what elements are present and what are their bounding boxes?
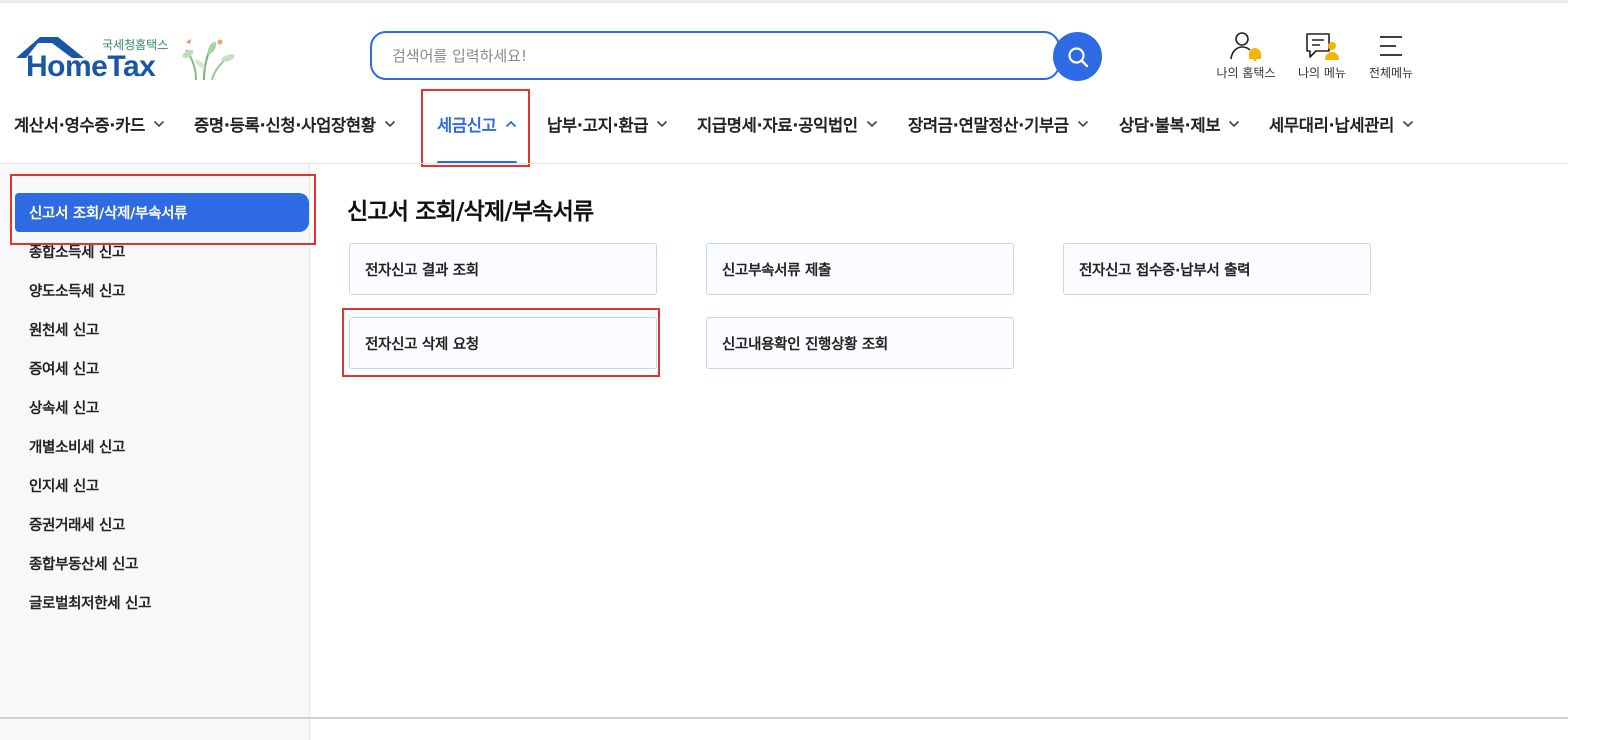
gnb-label: 납부·고지·환급 xyxy=(547,116,649,135)
main-navigation: 계산서·영수증·카드 증명·등록·신청·사업장현황 세금신고 납부·고지·환급 … xyxy=(0,103,1612,164)
page-title: 신고서 조회/삭제/부속서류 xyxy=(347,199,594,225)
gnb-item-consultation[interactable]: 상담·불복·제보 xyxy=(1119,109,1240,139)
search-input[interactable] xyxy=(392,45,992,67)
sidebar-item[interactable]: 원천세 신고 xyxy=(29,319,99,340)
menu-card-delete-request[interactable]: 전자신고 삭제 요청 xyxy=(349,317,657,369)
search-button[interactable] xyxy=(1053,32,1102,81)
chevron-down-icon xyxy=(153,120,165,128)
hamburger-icon xyxy=(1380,36,1402,56)
gnb-label: 상담·불복·제보 xyxy=(1119,116,1221,135)
all-menu-label: 전체메뉴 xyxy=(1368,66,1414,80)
gnb-item-tax-filing[interactable]: 세금신고 xyxy=(437,109,517,139)
my-menu-icon xyxy=(1306,33,1339,60)
sidebar-item[interactable]: 종합소득세 신고 xyxy=(29,241,125,262)
user-bell-icon xyxy=(1230,32,1261,61)
my-menu-button[interactable]: 나의 메뉴 xyxy=(1282,30,1362,81)
menu-card-receipt-print[interactable]: 전자신고 접수증·납부서 출력 xyxy=(1063,243,1371,295)
gnb-item-payment-statements[interactable]: 지급명세·자료·공익법인 xyxy=(697,109,878,139)
viewport-bottom-border xyxy=(0,717,1568,719)
gnb-label: 증명·등록·신청·사업장현황 xyxy=(194,116,376,135)
chevron-down-icon xyxy=(866,120,877,128)
all-menu-button[interactable]: 전체메뉴 xyxy=(1351,30,1431,81)
gnb-item-tax-agent[interactable]: 세무대리·납세관리 xyxy=(1269,109,1414,139)
sidebar-item[interactable]: 글로벌최저한세 신고 xyxy=(29,592,151,613)
sidebar-item[interactable]: 증권거래세 신고 xyxy=(29,514,125,535)
gnb-item-incentives[interactable]: 장려금·연말정산·기부금 xyxy=(908,109,1089,139)
sidebar-item[interactable]: 상속세 신고 xyxy=(29,397,99,418)
search-icon xyxy=(1067,46,1088,67)
sidebar-item-active[interactable]: 신고서 조회/삭제/부속서류 xyxy=(15,193,309,232)
gnb-label: 계산서·영수증·카드 xyxy=(14,116,145,135)
my-menu-label: 나의 메뉴 xyxy=(1298,66,1346,80)
chevron-down-icon xyxy=(1229,120,1240,128)
gnb-item-certificates[interactable]: 증명·등록·신청·사업장현황 xyxy=(194,109,396,139)
brand-logo-text: HomeTax xyxy=(26,50,156,83)
sidebar-item[interactable]: 종합부동산세 신고 xyxy=(29,553,138,574)
gnb-label: 세무대리·납세관리 xyxy=(1269,116,1395,135)
sidebar-item[interactable]: 개별소비세 신고 xyxy=(29,436,125,457)
right-margin xyxy=(1568,0,1612,740)
chevron-down-icon xyxy=(1077,120,1088,128)
gnb-item-payment[interactable]: 납부·고지·환급 xyxy=(547,109,668,139)
sidebar-item[interactable]: 인지세 신고 xyxy=(29,475,99,496)
chevron-down-icon xyxy=(384,120,395,128)
gnb-label: 세금신고 xyxy=(437,116,497,135)
chevron-up-icon xyxy=(505,120,516,128)
sidebar: 종합소득세 신고 양도소득세 신고 원천세 신고 증여세 신고 상속세 신고 개… xyxy=(0,164,310,740)
chevron-down-icon xyxy=(657,120,668,128)
hometax-logo[interactable]: 국세청홈택스 HomeTax xyxy=(14,32,235,84)
gnb-item-invoices[interactable]: 계산서·영수증·카드 xyxy=(14,109,165,139)
gnb-label: 지급명세·자료·공익법인 xyxy=(697,116,858,135)
plant-illustration-icon xyxy=(182,39,235,81)
search-box xyxy=(370,31,1060,80)
gnb-label: 장려금·연말정산·기부금 xyxy=(908,116,1069,135)
my-hometax-button[interactable]: 나의 홈택스 xyxy=(1206,30,1286,81)
my-hometax-label: 나의 홈택스 xyxy=(1216,66,1276,80)
menu-card-result-inquiry[interactable]: 전자신고 결과 조회 xyxy=(349,243,657,295)
chevron-down-icon xyxy=(1402,120,1414,128)
search-bar xyxy=(370,31,1102,81)
menu-card-progress-inquiry[interactable]: 신고내용확인 진행상황 조회 xyxy=(706,317,1014,369)
sidebar-item[interactable]: 양도소득세 신고 xyxy=(29,280,125,301)
sidebar-item[interactable]: 증여세 신고 xyxy=(29,358,99,379)
menu-card-attachment-submit[interactable]: 신고부속서류 제출 xyxy=(706,243,1014,295)
top-border xyxy=(0,0,1612,3)
